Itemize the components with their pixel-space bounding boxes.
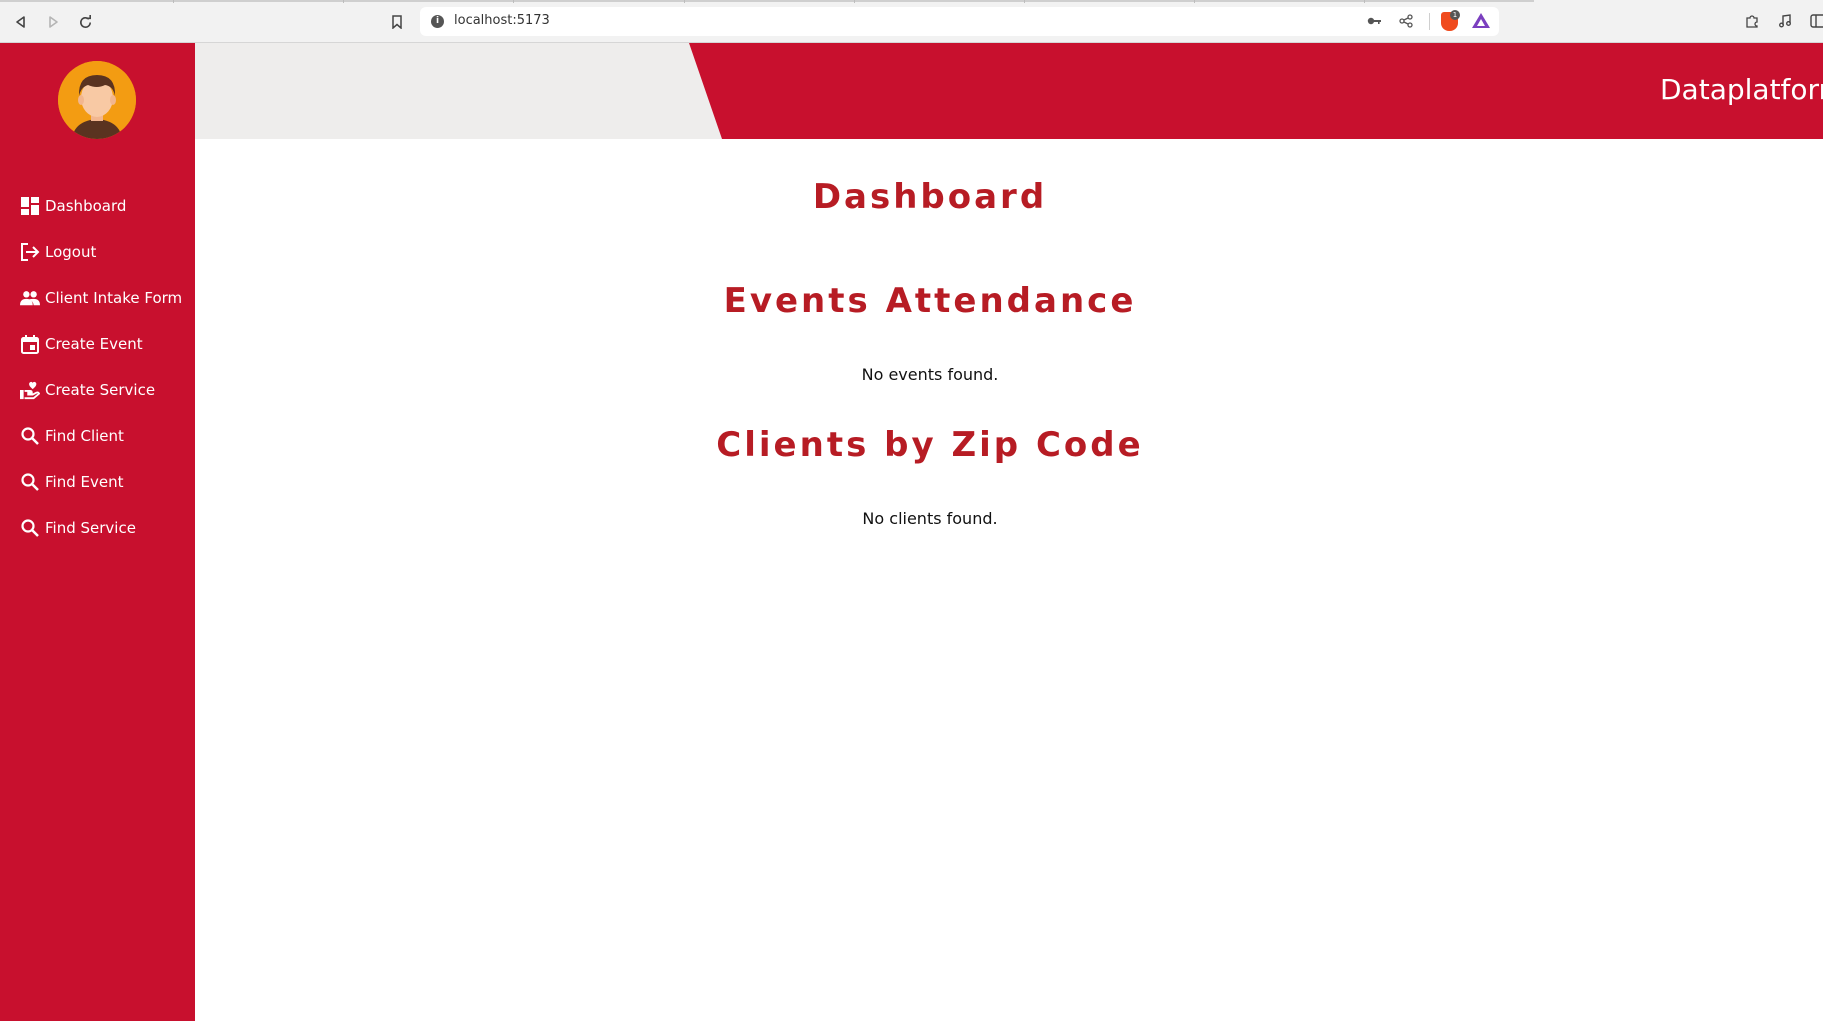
- sidebar-item-create-service[interactable]: Create Service: [0, 367, 195, 413]
- brave-rewards-icon-inner: [1477, 19, 1485, 26]
- forward-arrow-icon: [49, 16, 58, 28]
- sidebar-toggle-icon[interactable]: [1810, 13, 1823, 33]
- clients-empty-message: No clients found.: [862, 509, 998, 528]
- site-info-icon[interactable]: i: [431, 15, 444, 28]
- logout-icon: [20, 242, 40, 262]
- browser-toolbar: i localhost:5173 1: [0, 0, 1823, 43]
- dashboard-icon: [20, 196, 40, 216]
- bookmark-button[interactable]: [387, 12, 407, 32]
- header-grey-panel: [195, 43, 722, 139]
- user-avatar-icon: [58, 61, 136, 139]
- tab-separator: [1024, 0, 1025, 3]
- sidebar-item-find-event[interactable]: Find Event: [0, 459, 195, 505]
- share-icon[interactable]: [1398, 13, 1414, 33]
- header-banner: Dataplatform: [195, 43, 1823, 139]
- sidebar: Dashboard Logout Client Intake Form Crea…: [0, 43, 195, 1021]
- app-title: Dataplatform: [1660, 73, 1823, 106]
- sidebar-item-client-intake-form[interactable]: Client Intake Form: [0, 275, 195, 321]
- tab-separator: [854, 0, 855, 3]
- extensions-icon[interactable]: [1744, 13, 1760, 33]
- forward-button[interactable]: [43, 12, 63, 32]
- bookmark-icon: [392, 15, 402, 29]
- sidebar-item-label: Client Intake Form: [45, 289, 183, 307]
- sidebar-item-label: Create Service: [45, 381, 156, 399]
- avatar[interactable]: [58, 61, 136, 139]
- tab-separator: [1364, 0, 1365, 3]
- media-icon[interactable]: [1777, 13, 1793, 33]
- tab-strip: [0, 0, 1534, 2]
- shields-count-badge: 1: [1450, 10, 1460, 20]
- people-icon: [20, 288, 40, 308]
- sidebar-item-label: Find Event: [45, 473, 124, 491]
- search-icon: [20, 426, 40, 446]
- sidebar-nav: Dashboard Logout Client Intake Form Crea…: [0, 183, 195, 551]
- events-empty-message: No events found.: [861, 365, 999, 384]
- tab-separator: [684, 0, 685, 3]
- search-icon: [20, 518, 40, 538]
- sidebar-item-find-service[interactable]: Find Service: [0, 505, 195, 551]
- tab-separator: [1194, 0, 1195, 3]
- address-bar[interactable]: i localhost:5173 1: [420, 7, 1499, 36]
- events-attendance-heading: Events Attendance: [723, 281, 1137, 321]
- clients-by-zip-heading: Clients by Zip Code: [716, 425, 1144, 465]
- tab-separator: [173, 0, 174, 3]
- sidebar-item-find-client[interactable]: Find Client: [0, 413, 195, 459]
- page-title: Dashboard: [812, 177, 1048, 217]
- sidebar-item-label: Create Event: [45, 335, 143, 353]
- sidebar-item-label: Dashboard: [45, 197, 127, 215]
- tab-separator: [513, 0, 514, 3]
- sidebar-item-label: Find Client: [45, 427, 124, 445]
- url-text[interactable]: localhost:5173: [454, 13, 550, 28]
- volunteer-heart-icon: [20, 380, 40, 400]
- back-arrow-icon: [16, 16, 25, 28]
- main-content: Dashboard Events Attendance No events fo…: [195, 139, 1823, 1021]
- sidebar-item-label: Logout: [45, 243, 97, 261]
- sidebar-item-create-event[interactable]: Create Event: [0, 321, 195, 367]
- sidebar-item-logout[interactable]: Logout: [0, 229, 195, 275]
- reload-icon: [79, 14, 91, 28]
- back-button[interactable]: [11, 12, 31, 32]
- calendar-icon: [20, 334, 40, 354]
- url-divider: [1429, 13, 1430, 30]
- search-icon: [20, 472, 40, 492]
- tab-separator: [343, 0, 344, 3]
- reload-button[interactable]: [75, 12, 95, 32]
- key-icon[interactable]: [1366, 13, 1382, 33]
- sidebar-item-dashboard[interactable]: Dashboard: [0, 183, 195, 229]
- sidebar-item-label: Find Service: [45, 519, 136, 537]
